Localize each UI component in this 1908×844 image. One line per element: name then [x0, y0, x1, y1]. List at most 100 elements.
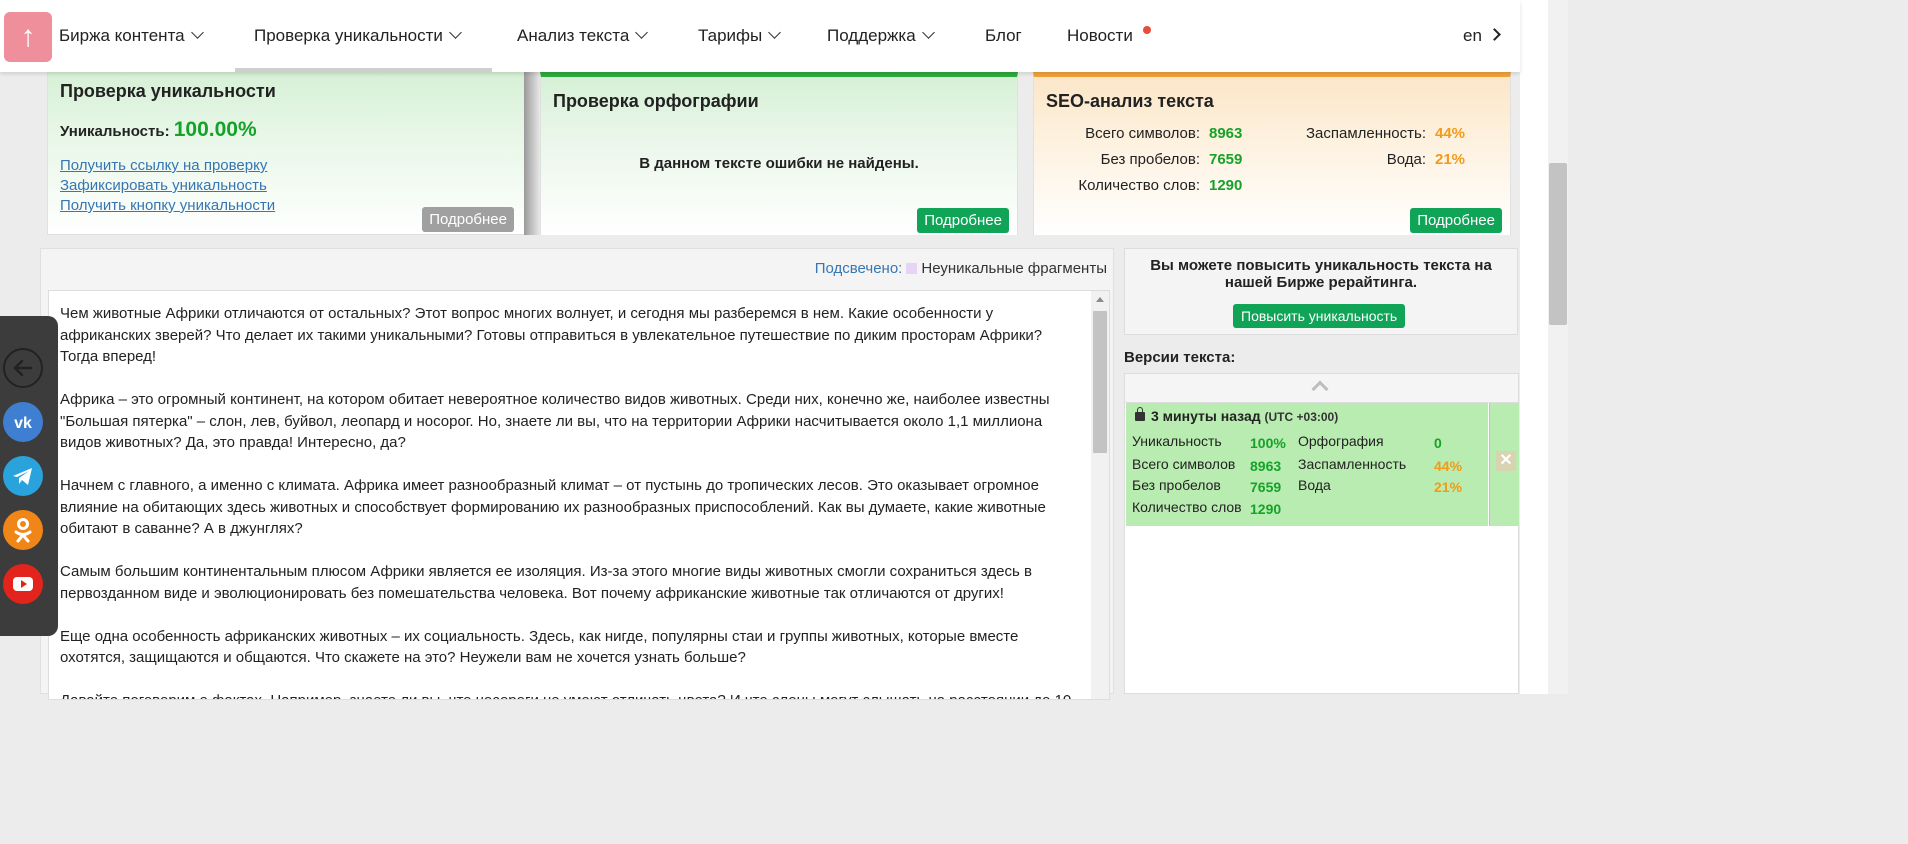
- checked-text-box[interactable]: Чем животные Африки отличаются от осталь…: [48, 290, 1110, 700]
- versions-title: Версии текста:: [1124, 349, 1236, 366]
- nav-item-blog[interactable]: Блог: [985, 24, 1022, 48]
- news-notification-dot: [1143, 26, 1151, 34]
- get-check-link[interactable]: Получить ссылку на проверку: [60, 157, 267, 174]
- text-paragraph: Чем животные Африки отличаются от осталь…: [60, 305, 1043, 365]
- uniqueness-label: Уникальность:: [60, 123, 170, 140]
- logo-up-arrow-icon[interactable]: ↑: [4, 12, 52, 62]
- ok-logo: [14, 518, 32, 543]
- nav-item-uniqueness-check[interactable]: Проверка уникальности: [254, 24, 462, 48]
- version-item[interactable]: 3 минуты назад (UTC +03:00) Уникальность…: [1126, 403, 1488, 526]
- highlight-legend-text: Неуникальные фрагменты: [921, 260, 1107, 277]
- seo-water-value: 21%: [1435, 151, 1466, 168]
- page-right-margin: [1520, 0, 1548, 694]
- version-water-value: 21%: [1434, 479, 1463, 495]
- youtube-logo: [13, 577, 33, 591]
- spelling-result-message: В данном тексте ошибки не найдены.: [639, 155, 919, 172]
- seo-total-label: Всего символов:: [1085, 125, 1200, 142]
- social-sidebar: vk: [0, 316, 58, 636]
- text-paragraph: Начнем с главного, а именно с климата. А…: [60, 477, 1046, 537]
- vk-logo: vk: [14, 415, 32, 432]
- seo-words-label: Количество слов:: [1078, 177, 1200, 194]
- svg-text:vk: vk: [14, 415, 32, 432]
- version-nospace-label: Без пробелов: [1132, 477, 1221, 493]
- telegram-icon[interactable]: [3, 456, 43, 496]
- scroll-up-arrow-icon[interactable]: [1096, 297, 1104, 302]
- seo-spam-label: Заспамленность:: [1305, 125, 1426, 142]
- delete-version-icon[interactable]: ✕: [1496, 451, 1516, 471]
- back-arrow-svg: [13, 359, 33, 377]
- version-actions: ✕: [1489, 403, 1519, 526]
- version-water-label: Вода: [1298, 477, 1331, 493]
- seo-nospace-value: 7659: [1209, 151, 1243, 168]
- back-arrow-icon[interactable]: [3, 348, 43, 388]
- odnoklassniki-icon[interactable]: [3, 510, 43, 550]
- nav-item-label: Новости: [1067, 26, 1133, 45]
- nav-item-label: Проверка уникальности: [254, 26, 443, 45]
- chevron-down-icon: [449, 26, 462, 39]
- page-scrollbar-thumb[interactable]: [1549, 163, 1567, 325]
- rewrite-promo: Вы можете повысить уникальность текста н…: [1124, 248, 1518, 335]
- nav-item-label: Поддержка: [827, 26, 916, 45]
- version-spam-label: Заспамленность: [1298, 456, 1407, 472]
- chevron-down-icon: [635, 26, 649, 39]
- nav-item-label: Тарифы: [698, 26, 763, 45]
- highlight-swatch: [906, 263, 918, 274]
- text-scrollbar[interactable]: [1091, 291, 1109, 699]
- active-nav-indicator: [235, 68, 492, 72]
- text-paragraph: Африка – это огромный континент, на кото…: [60, 391, 1050, 451]
- checked-text-panel: Подсвечено: Неуникальные фрагменты Чем жи…: [40, 248, 1114, 700]
- lock-icon: [1135, 407, 1145, 421]
- uniqueness-more-button[interactable]: Подробнее: [422, 207, 514, 232]
- seo-water-label: Вода:: [1386, 151, 1426, 168]
- version-header: 3 минуты назад (UTC +03:00): [1135, 407, 1339, 424]
- nav-item-text-analysis[interactable]: Анализ текста: [517, 24, 649, 48]
- seo-words-value: 1290: [1209, 177, 1243, 194]
- nav-item-news[interactable]: Новости: [1067, 24, 1133, 48]
- vk-icon[interactable]: vk: [3, 402, 43, 442]
- spelling-more-button[interactable]: Подробнее: [917, 208, 1009, 233]
- seo-card-title: SEO-анализ текста: [1046, 91, 1214, 111]
- version-uniq-label: Уникальность: [1132, 433, 1222, 449]
- version-total-label: Всего символов: [1132, 456, 1236, 472]
- text-paragraphs: Чем животные Африки отличаются от осталь…: [60, 303, 1082, 699]
- page-scrollbar[interactable]: [1548, 0, 1568, 694]
- version-spam-value: 44%: [1434, 458, 1463, 474]
- versions-list: 3 минуты назад (UTC +03:00) Уникальность…: [1124, 373, 1519, 694]
- nav-item-content-exchange[interactable]: Биржа контента: [59, 24, 204, 48]
- chevron-down-icon: [921, 26, 935, 39]
- version-spell-value: 0: [1434, 435, 1442, 451]
- version-words-value: 1290: [1250, 501, 1282, 517]
- highlight-label[interactable]: Подсвечено:: [815, 260, 903, 277]
- seo-more-button[interactable]: Подробнее: [1410, 208, 1502, 233]
- text-paragraph: Самым большим континентальным плюсом Афр…: [60, 563, 1032, 602]
- uniqueness-card-title: Проверка уникальности: [60, 81, 276, 101]
- top-navigation: ↑ Биржа контента Проверка уникальности А…: [0, 0, 1520, 72]
- chevron-right-icon: [1488, 28, 1501, 41]
- nav-item-label: Анализ текста: [517, 26, 630, 45]
- uniqueness-value: 100.00%: [173, 118, 257, 141]
- telegram-logo: [13, 468, 32, 485]
- increase-uniqueness-button[interactable]: Повысить уникальность: [1233, 304, 1406, 328]
- youtube-icon[interactable]: [3, 564, 43, 604]
- get-uniqueness-button-link[interactable]: Получить кнопку уникальности: [60, 197, 275, 214]
- chevron-down-icon: [190, 26, 204, 39]
- nav-item-tariffs[interactable]: Тарифы: [698, 24, 782, 48]
- text-scrollbar-thumb[interactable]: [1093, 311, 1107, 453]
- seo-spam-value: 44%: [1435, 125, 1466, 142]
- nav-item-support[interactable]: Поддержка: [827, 24, 935, 48]
- version-timezone: (UTC +03:00): [1264, 410, 1339, 424]
- highlight-legend: Подсвечено: Неуникальные фрагменты: [815, 260, 1107, 277]
- text-paragraph: Давайте поговорим о фактах. Например, зн…: [60, 690, 1082, 699]
- promo-text: Вы можете повысить уникальность текста н…: [1150, 257, 1492, 291]
- version-total-value: 8963: [1250, 458, 1282, 474]
- nav-item-label: Блог: [985, 26, 1022, 45]
- spelling-card: Проверка орфографии В данном тексте ошиб…: [540, 72, 1018, 235]
- language-switch[interactable]: en: [1463, 26, 1501, 46]
- versions-scroll-up[interactable]: [1125, 374, 1518, 403]
- seo-total-value: 8963: [1209, 125, 1243, 142]
- chevron-down-icon: [768, 26, 782, 39]
- language-label: en: [1463, 26, 1482, 45]
- version-words-label: Количество слов: [1132, 499, 1242, 515]
- version-uniq-value: 100%: [1250, 435, 1286, 451]
- fix-uniqueness-link[interactable]: Зафиксировать уникальность: [60, 177, 267, 194]
